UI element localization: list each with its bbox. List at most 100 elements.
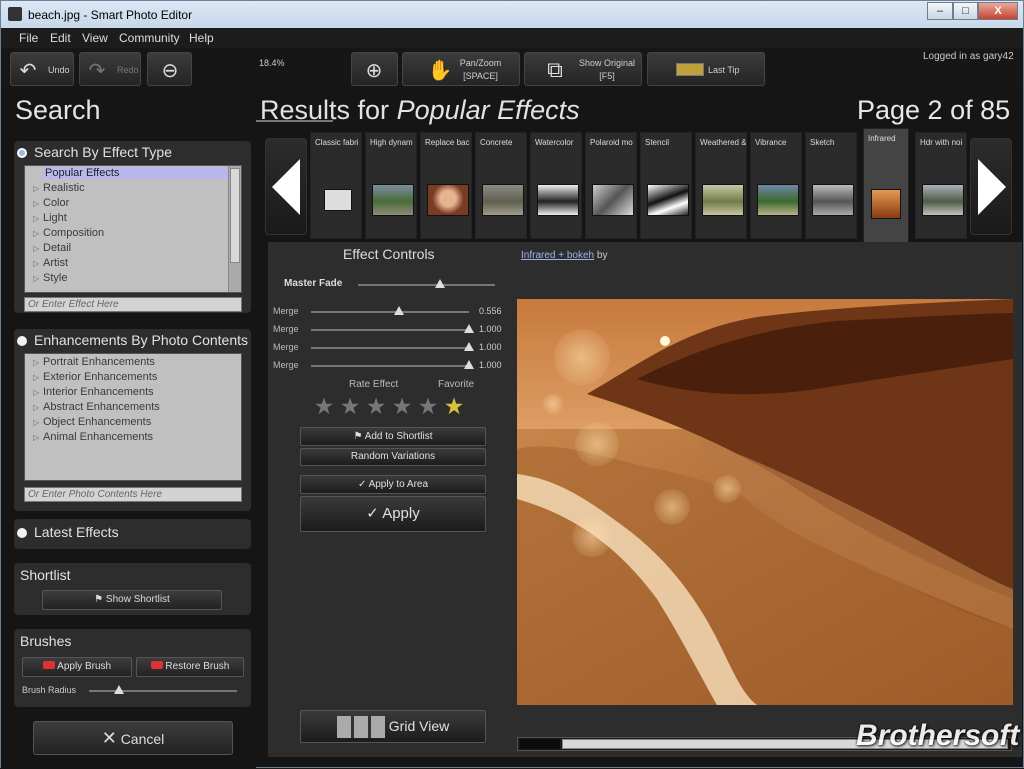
- list-item[interactable]: ▷ Exterior Enhancements: [33, 371, 157, 383]
- star-icon[interactable]: ★: [365, 395, 387, 418]
- merge-slider[interactable]: [311, 329, 469, 331]
- list-item[interactable]: ▷ Detail: [33, 242, 71, 254]
- star-icon[interactable]: ★: [339, 395, 361, 418]
- effect-thumb[interactable]: Stencil: [640, 132, 692, 239]
- grid-view-button[interactable]: Grid View: [300, 710, 486, 743]
- list-item[interactable]: ▷ Light: [33, 212, 67, 224]
- merge-slider-thumb[interactable]: [464, 360, 474, 369]
- effect-search-input[interactable]: Or Enter Effect Here: [24, 297, 242, 312]
- photo-preview[interactable]: [517, 299, 1013, 705]
- maximize-button[interactable]: □: [953, 2, 978, 20]
- list-item[interactable]: ▷ Portrait Enhancements: [33, 356, 155, 368]
- scrollbar-thumb[interactable]: [230, 168, 240, 263]
- effect-thumb[interactable]: Sketch: [805, 132, 857, 239]
- apply-brush-button[interactable]: Apply Brush: [22, 657, 132, 677]
- list-item[interactable]: ▷ Composition: [33, 227, 104, 239]
- restore-brush-button[interactable]: Restore Brush: [136, 657, 244, 677]
- add-to-shortlist-button[interactable]: ⚑ Add to Shortlist: [300, 427, 486, 446]
- thumb-label: Stencil: [645, 138, 670, 147]
- scrollbar-left-track: [520, 739, 560, 749]
- star-icon[interactable]: ★: [417, 395, 439, 418]
- thumb-image: [871, 189, 901, 219]
- merge-slider-thumb[interactable]: [393, 306, 404, 315]
- pan-zoom-button[interactable]: ✋ Pan/Zoom [SPACE]: [402, 52, 520, 86]
- effect-thumb[interactable]: High dynam: [365, 132, 417, 239]
- apply-button[interactable]: ✓ Apply: [300, 496, 486, 532]
- photo-contents-input[interactable]: Or Enter Photo Contents Here: [24, 487, 242, 502]
- list-item[interactable]: ▷ Object Enhancements: [33, 416, 151, 428]
- effect-thumb[interactable]: Replace bac: [420, 132, 472, 239]
- minimize-button[interactable]: –: [927, 2, 953, 20]
- effect-link[interactable]: Infrared + bokeh: [521, 250, 594, 261]
- menu-edit[interactable]: Edit: [50, 31, 71, 45]
- effect-type-list[interactable]: Popular Effects ▷ Realistic ▷ Color ▷ Light…: [24, 165, 242, 293]
- zoom-out-icon: ⊖: [161, 59, 179, 82]
- merge-label: Merge: [273, 324, 299, 334]
- effect-thumb[interactable]: Hdr with noi: [915, 132, 967, 239]
- effect-type-radio[interactable]: [17, 148, 27, 158]
- merge-slider[interactable]: [311, 347, 469, 349]
- merge-slider-thumb[interactable]: [464, 324, 474, 333]
- x-icon: ✕: [101, 728, 117, 748]
- menu-file[interactable]: File: [19, 31, 38, 45]
- menu-view[interactable]: View: [82, 31, 108, 45]
- show-original-button[interactable]: ⧉ Show Original [F5]: [524, 52, 642, 86]
- thumb-label: Weathered &: [700, 138, 746, 147]
- show-shortlist-button[interactable]: ⚑ Show Shortlist: [42, 590, 222, 610]
- star-icon[interactable]: ★: [391, 395, 413, 418]
- list-item[interactable]: ▷ Color: [33, 197, 69, 209]
- enhancements-radio[interactable]: [17, 336, 27, 346]
- list-item[interactable]: ▷ Animal Enhancements: [33, 431, 153, 443]
- enhancements-list[interactable]: ▷ Portrait Enhancements ▷ Exterior Enhance…: [24, 353, 242, 481]
- shortlist-panel: Shortlist ⚑ Show Shortlist: [14, 563, 251, 615]
- effect-thumb[interactable]: Classic fabri: [310, 132, 362, 239]
- merge-label: Merge: [273, 360, 299, 370]
- effect-thumb[interactable]: Vibrance: [750, 132, 802, 239]
- cancel-button[interactable]: ✕ Cancel: [33, 721, 233, 755]
- expand-icon: ▷: [33, 274, 40, 283]
- list-item[interactable]: ▷ Realistic: [33, 182, 85, 194]
- list-item[interactable]: Popular Effects: [43, 167, 228, 179]
- effect-thumb[interactable]: Watercolor: [530, 132, 582, 239]
- menu-community[interactable]: Community: [119, 31, 180, 45]
- list-item[interactable]: ▷ Abstract Enhancements: [33, 401, 160, 413]
- list-item[interactable]: ▷ Style: [33, 272, 67, 284]
- effect-list-scrollbar[interactable]: [228, 166, 241, 292]
- latest-effects-radio[interactable]: [17, 528, 27, 538]
- redo-button[interactable]: ↷ Redo: [79, 52, 141, 86]
- effect-thumb[interactable]: Weathered &: [695, 132, 747, 239]
- brush-radius-thumb[interactable]: [113, 685, 124, 694]
- undo-button[interactable]: ↶ Undo: [10, 52, 74, 86]
- merge-slider[interactable]: [311, 365, 469, 367]
- next-page-button[interactable]: [970, 138, 1012, 235]
- zoom-in-button[interactable]: ⊕: [351, 52, 398, 86]
- latest-effects-panel[interactable]: Latest Effects: [14, 519, 251, 549]
- zoom-percentage: 18.4%: [259, 58, 285, 68]
- right-arrow-icon: [978, 159, 1006, 215]
- star-icon[interactable]: ★: [313, 395, 335, 418]
- apply-to-area-button[interactable]: ✓ Apply to Area: [300, 475, 486, 494]
- zoom-out-button[interactable]: ⊖: [147, 52, 192, 86]
- master-fade-slider[interactable]: [358, 284, 495, 286]
- brush-radius-slider[interactable]: [89, 690, 237, 692]
- effect-thumb-selected[interactable]: Infrared: [863, 128, 909, 243]
- thumb-label: Watercolor: [535, 138, 574, 147]
- effect-thumb[interactable]: Concrete: [475, 132, 527, 239]
- merge-slider[interactable]: [311, 311, 469, 313]
- master-fade-thumb[interactable]: [435, 279, 446, 288]
- list-item[interactable]: ▷ Interior Enhancements: [33, 386, 154, 398]
- check-icon: ✓: [357, 479, 367, 490]
- effect-thumb[interactable]: Polaroid mo: [585, 132, 637, 239]
- list-item[interactable]: ▷ Artist: [33, 257, 68, 269]
- latest-effects-title: Latest Effects: [34, 524, 119, 540]
- merge-slider-thumb[interactable]: [464, 342, 474, 351]
- prev-page-button[interactable]: [265, 138, 307, 235]
- close-button[interactable]: X: [978, 2, 1018, 20]
- thumb-image: [592, 184, 634, 216]
- random-variations-button[interactable]: Random Variations: [300, 448, 486, 466]
- last-tip-button[interactable]: Last Tip: [647, 52, 765, 86]
- thumb-label: Infrared: [868, 134, 896, 143]
- menu-help[interactable]: Help: [189, 31, 214, 45]
- list-item-label: Light: [43, 212, 67, 224]
- favorite-star-icon[interactable]: ★: [443, 395, 465, 418]
